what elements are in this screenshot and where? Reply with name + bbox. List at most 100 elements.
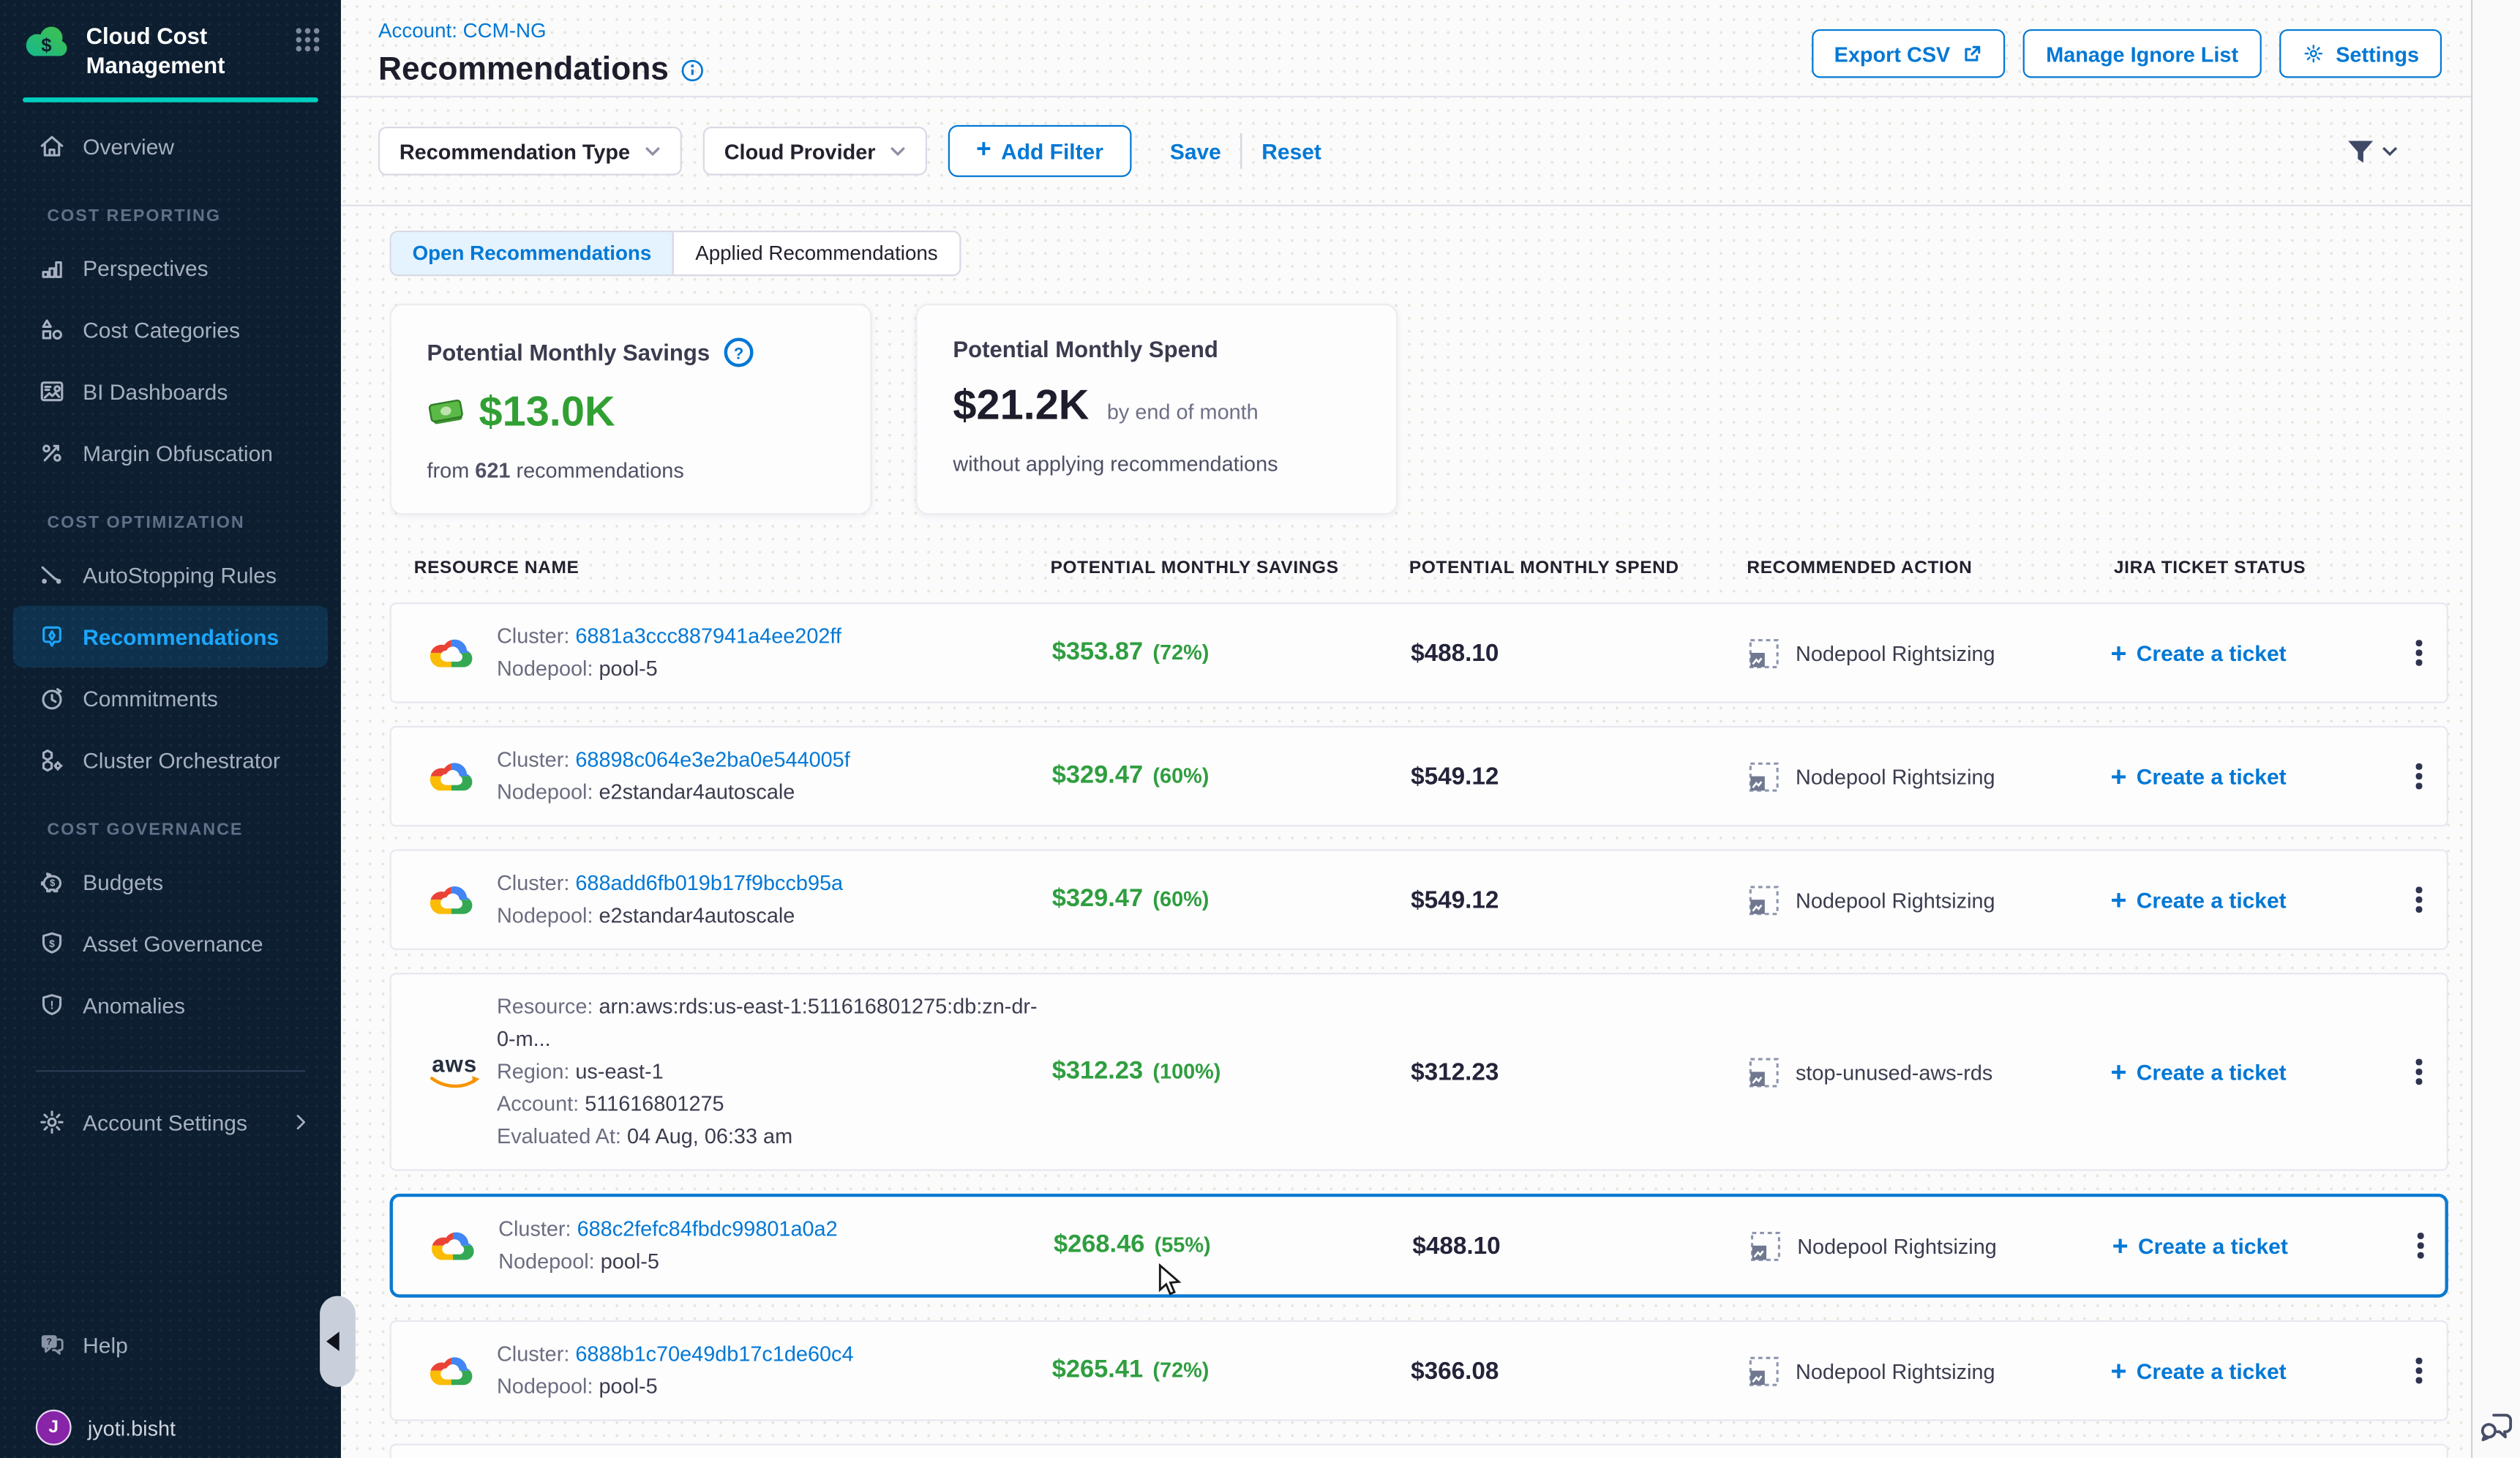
resource-line-label: Cluster: (498, 1216, 577, 1241)
settings-button[interactable]: Settings (2279, 29, 2442, 78)
shapes-icon (37, 315, 67, 345)
savings-amount: $329.47 (1052, 762, 1143, 791)
row-menu-kebab[interactable] (2388, 1059, 2448, 1084)
help-chat-icon: ? (37, 1330, 67, 1359)
collapse-left-icon (326, 1331, 340, 1351)
sidebar-item-help[interactable]: ? Help (13, 1314, 328, 1375)
create-ticket-button[interactable]: + Create a ticket (2096, 763, 2388, 790)
resource-line: Nodepool: e2standar4autoscale (497, 900, 843, 932)
sidebar-item-bi-dashboards[interactable]: BI Dashboards (13, 361, 328, 422)
table-row[interactable]: Cluster: 6886e92f59a48cad86b5b1c6 $244.0… (390, 1444, 2448, 1458)
sidebar-item-overview[interactable]: Overview (13, 116, 328, 177)
cloud-provider-dropdown[interactable]: Cloud Provider (703, 127, 928, 176)
recommended-action-cell: Nodepool Rightsizing (1739, 1356, 2096, 1386)
sidebar-item-label: Commitments (83, 687, 218, 711)
sidebar-item-label: Cluster Orchestrator (83, 749, 280, 773)
sidebar-item-perspectives[interactable]: Perspectives (13, 238, 328, 299)
resource-line-label: Nodepool: (497, 656, 599, 680)
savings-amount: $312.23 (1052, 1057, 1143, 1086)
resource-line-label: Account: (497, 1091, 585, 1115)
add-filter-button[interactable]: + Add Filter (948, 125, 1130, 177)
plus-icon: + (2110, 886, 2126, 913)
create-ticket-button[interactable]: + Create a ticket (2096, 886, 2388, 913)
gear-icon (2302, 42, 2325, 65)
app-grid-icon[interactable] (294, 26, 322, 54)
sidebar-item-autostopping-rules[interactable]: AutoStopping Rules (13, 545, 328, 606)
recommended-action-cell: Nodepool Rightsizing (1739, 761, 2096, 792)
resource-line: Cluster: 688add6fb019b17f9bccb95a (497, 867, 843, 900)
reset-filter-button[interactable]: Reset (1242, 139, 1341, 163)
recommendation-type-dropdown[interactable]: Recommendation Type (378, 127, 682, 176)
export-csv-button[interactable]: Export CSV (1812, 29, 2006, 78)
support-chat-icon[interactable] (2478, 1410, 2516, 1446)
filter-panel-toggle[interactable] (2346, 137, 2398, 165)
sidebar-nav: OverviewCOST REPORTINGPerspectivesCost C… (0, 103, 341, 1154)
table-row[interactable]: Cluster: 688c2fefc84fbdc99801a0a2 Nodepoo… (390, 1194, 2448, 1298)
cluster-link[interactable]: 6888b1c70e49db17c1de60c4 (575, 1342, 853, 1366)
cluster-link[interactable]: 688add6fb019b17f9bccb95a (575, 870, 843, 894)
row-menu-kebab[interactable] (2390, 1233, 2448, 1258)
sidebar-user[interactable]: J jyoti.bisht (13, 1397, 328, 1458)
save-filter-button[interactable]: Save (1150, 139, 1240, 163)
right-gutter (2471, 0, 2520, 1458)
resource-line: Cluster: 6881a3ccc887941a4ee202ff (497, 621, 841, 653)
question-circle-icon[interactable]: ? (723, 336, 755, 368)
spend-card-title: Potential Monthly Spend (953, 336, 1218, 362)
cluster-link[interactable]: 6881a3ccc887941a4ee202ff (575, 624, 841, 648)
row-menu-kebab[interactable] (2388, 887, 2448, 912)
cluster-link[interactable]: 688c2fefc84fbdc99801a0a2 (577, 1216, 838, 1241)
action-label: Nodepool Rightsizing (1797, 1233, 1997, 1257)
sidebar-item-budgets[interactable]: $Budgets (13, 851, 328, 913)
create-ticket-button[interactable]: + Create a ticket (2098, 1232, 2390, 1260)
row-menu-kebab[interactable] (2388, 1358, 2448, 1383)
account-breadcrumb-link[interactable]: Account: CCM-NG (378, 20, 547, 42)
add-filter-label: Add Filter (1001, 139, 1103, 163)
sidebar-item-anomalies[interactable]: !Anomalies (13, 975, 328, 1036)
info-icon[interactable] (680, 59, 705, 83)
row-menu-kebab[interactable] (2388, 763, 2448, 788)
tab-applied-recommendations[interactable]: Applied Recommendations (674, 232, 959, 274)
action-label: Nodepool Rightsizing (1796, 1358, 1995, 1383)
rightsizing-icon (1749, 1056, 1780, 1087)
spend-value: $21.2K (953, 380, 1089, 430)
table-row[interactable]: Cluster: 6881a3ccc887941a4ee202ff Nodepoo… (390, 602, 2448, 703)
sidebar-item-label: Recommendations (83, 625, 279, 649)
recommendations-table: Cluster: 6881a3ccc887941a4ee202ff Nodepoo… (390, 602, 2448, 1458)
resource-line-value: e2standar4autoscale (599, 903, 795, 927)
recommended-action-cell: stop-unused-aws-rds (1739, 1056, 2096, 1087)
create-ticket-button[interactable]: + Create a ticket (2096, 1058, 2388, 1086)
resource-line-label: Cluster: (497, 870, 575, 894)
manage-ignore-list-button[interactable]: Manage Ignore List (2023, 29, 2261, 78)
resource-cell: aws Resource: arn:aws:rds:us-east-1:5116… (391, 990, 1041, 1153)
gcp-icon (427, 633, 476, 672)
tab-open-recommendations[interactable]: Open Recommendations (391, 232, 675, 274)
sidebar-item-cluster-orchestrator[interactable]: Cluster Orchestrator (13, 730, 328, 791)
sidebar-item-asset-governance[interactable]: $Asset Governance (13, 913, 328, 975)
svg-text:$: $ (41, 36, 51, 56)
row-menu-kebab[interactable] (2388, 640, 2448, 665)
sidebar-item-recommendations[interactable]: Recommendations (13, 606, 328, 668)
resource-line-value: 511616801275 (585, 1091, 724, 1115)
resource-line: Cluster: 68898c064e3e2ba0e544005f (497, 744, 850, 776)
table-row[interactable]: Cluster: 6888b1c70e49db17c1de60c4Nodepoo… (390, 1320, 2448, 1421)
create-ticket-button[interactable]: + Create a ticket (2096, 1357, 2388, 1385)
sidebar-item-commitments[interactable]: Commitments (13, 668, 328, 730)
savings-card-title: Potential Monthly Savings (427, 340, 710, 366)
rightsizing-icon (1749, 884, 1780, 915)
create-ticket-label: Create a ticket (2137, 640, 2287, 665)
sidebar-item-margin-obfuscation[interactable]: Margin Obfuscation (13, 423, 328, 485)
sidebar-item-cost-categories[interactable]: Cost Categories (13, 299, 328, 361)
autostopping-icon (37, 561, 67, 590)
funnel-icon (2346, 137, 2375, 165)
table-row[interactable]: Cluster: 688add6fb019b17f9bccb95aNodepoo… (390, 849, 2448, 950)
sidebar-collapse-handle[interactable] (320, 1296, 356, 1387)
sidebar-item-account-settings[interactable]: Account Settings (13, 1092, 328, 1154)
table-row[interactable]: aws Resource: arn:aws:rds:us-east-1:5116… (390, 973, 2448, 1171)
cluster-link[interactable]: 68898c064e3e2ba0e544005f (575, 747, 850, 771)
create-ticket-button[interactable]: + Create a ticket (2096, 639, 2388, 667)
action-label: Nodepool Rightsizing (1796, 764, 1995, 788)
table-row[interactable]: Cluster: 68898c064e3e2ba0e544005fNodepoo… (390, 726, 2448, 827)
content-area: Open Recommendations Applied Recommendat… (390, 206, 2448, 1458)
resource-line: Nodepool: e2standar4autoscale (497, 777, 850, 809)
manage-ignore-list-label: Manage Ignore List (2046, 42, 2238, 66)
